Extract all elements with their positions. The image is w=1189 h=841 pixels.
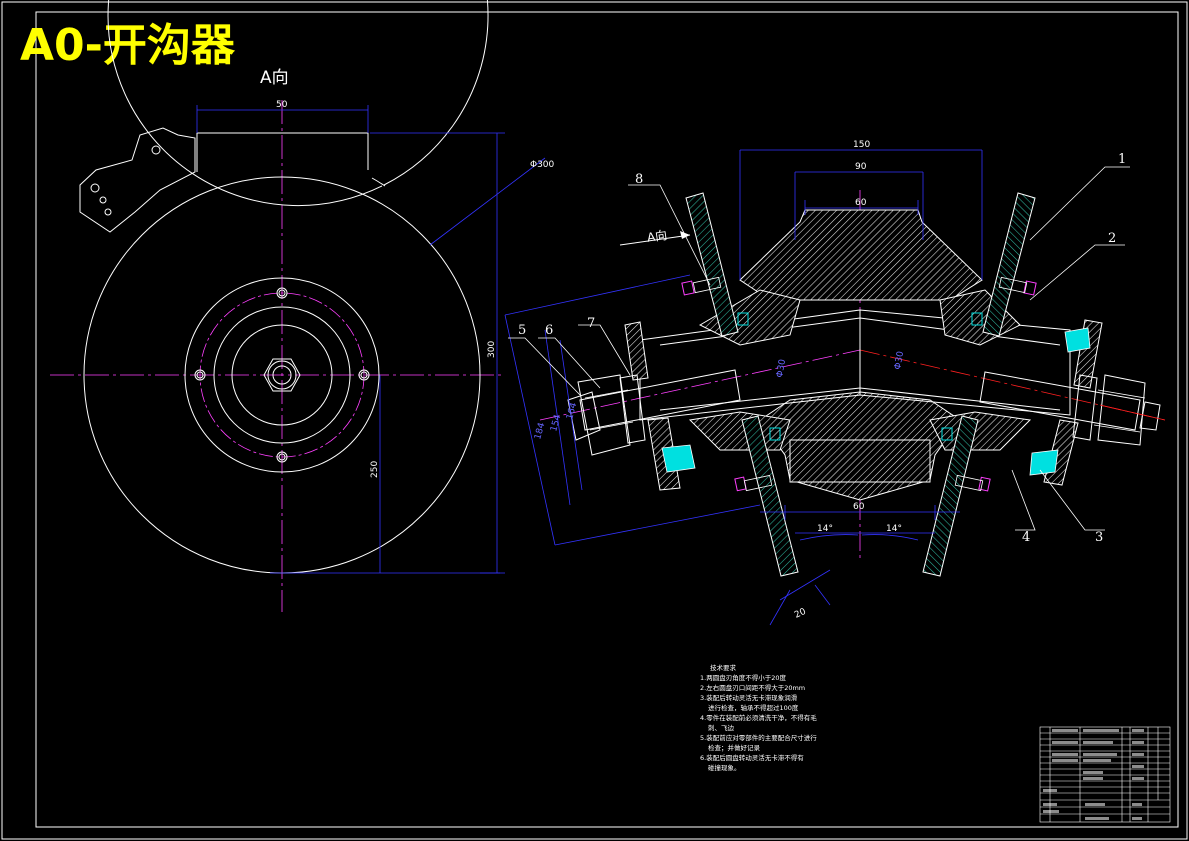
notes-line-9: 6.装配后圆盘转动灵活无卡滞不得有 (700, 753, 804, 762)
upper-hub (739, 209, 983, 301)
dim-angle-left: 14° (817, 524, 833, 534)
left-dimensions (196, 105, 546, 574)
cad-drawing: A0-开沟器 A向 50 Φ300 300 250 150 90 60 60 1… (1, 0, 1188, 840)
dim-left-slant-c: 164 (565, 401, 579, 420)
mount-bracket (79, 127, 196, 233)
notes-line-3: 3.装配后转动灵活无卡滞现象润滑 (700, 693, 798, 702)
right-view: 150 90 60 60 14° 14° 20 184 154 164 Φ30 … (504, 140, 1166, 626)
lower-hub-core (789, 439, 931, 483)
angle-arc-right (861, 534, 919, 541)
dim-diameter: Φ300 (530, 160, 555, 170)
notes-line-7: 5.装配前应对零部件的主要配合尺寸进行 (700, 733, 817, 742)
bracket-hole-1 (151, 145, 161, 155)
washer-left (619, 374, 646, 444)
dim-span-90: 90 (855, 162, 867, 172)
seal-right-bottom (1029, 449, 1059, 476)
part-number-3: 3 (1095, 530, 1103, 545)
a-direction-label: A向 (646, 227, 668, 245)
dim-inner-height: 250 (370, 461, 380, 478)
notes-line-5: 4.零件在装配前必须清洗干净，不得有毛 (700, 713, 817, 722)
dim-height: 300 (487, 341, 497, 358)
part-number-4: 4 (1022, 530, 1030, 545)
title-block-fill (1043, 729, 1144, 820)
disc-edge-arc (371, 177, 386, 187)
drawing-title: A0-开沟器 (20, 20, 236, 71)
dim-bottom-60: 60 (853, 502, 865, 512)
notes-line-8: 检查；并做好记录 (708, 743, 761, 752)
shaft-red-axis (1099, 404, 1166, 421)
bracket-hole-3 (99, 196, 107, 204)
dim-angle-right: 14° (886, 524, 902, 534)
bracket-hole-2 (90, 183, 100, 193)
dim-span-150: 150 (853, 140, 870, 150)
notes-line-10: 碰撞现象。 (708, 763, 741, 772)
flange-right-lower (929, 411, 1032, 451)
part-number-2: 2 (1108, 231, 1116, 246)
part-number-6: 6 (545, 323, 553, 338)
left-view: 50 Φ300 300 250 (50, 0, 555, 612)
notes-line-1: 1.两圆盘刃角度不得小于20度 (700, 673, 786, 682)
view-label: A向 (260, 68, 289, 88)
technical-notes: 技术要求 1.两圆盘刃角度不得小于20度 2.左右圆盘刃口间距不得大于20mm … (700, 663, 817, 772)
angle-arc-left (799, 534, 859, 541)
notes-line-4: 进行检查，轴承不得超过100度 (708, 703, 799, 712)
part-number-8: 8 (635, 172, 643, 187)
notes-line-6: 刺、飞边 (708, 724, 735, 732)
dim-thickness: 20 (793, 607, 808, 621)
bracket-hole-4 (104, 208, 112, 216)
notes-line-2: 2.左右圆盘刃口间距不得大于20mm (700, 683, 805, 692)
dim-shaft-left: Φ30 (775, 358, 788, 378)
dim-top-width: 50 (276, 100, 288, 110)
dim-shaft-right: Φ30 (893, 350, 906, 370)
notes-heading: 技术要求 (710, 663, 737, 672)
flange-left-lower (688, 411, 791, 451)
dim-left-slant-b: 154 (549, 413, 563, 432)
seal-right-top (1064, 327, 1091, 353)
dim-left-slant-a: 184 (533, 421, 547, 440)
part-number-7: 7 (587, 316, 595, 331)
part-number-1: 1 (1118, 152, 1126, 167)
part-number-5: 5 (518, 323, 526, 338)
top-block (196, 132, 369, 172)
disc-blade-left-top (685, 192, 739, 337)
cap-left-top (624, 321, 649, 381)
nut-left-inner (577, 374, 631, 456)
dim-span-60: 60 (855, 198, 867, 208)
seal-left (661, 444, 696, 473)
